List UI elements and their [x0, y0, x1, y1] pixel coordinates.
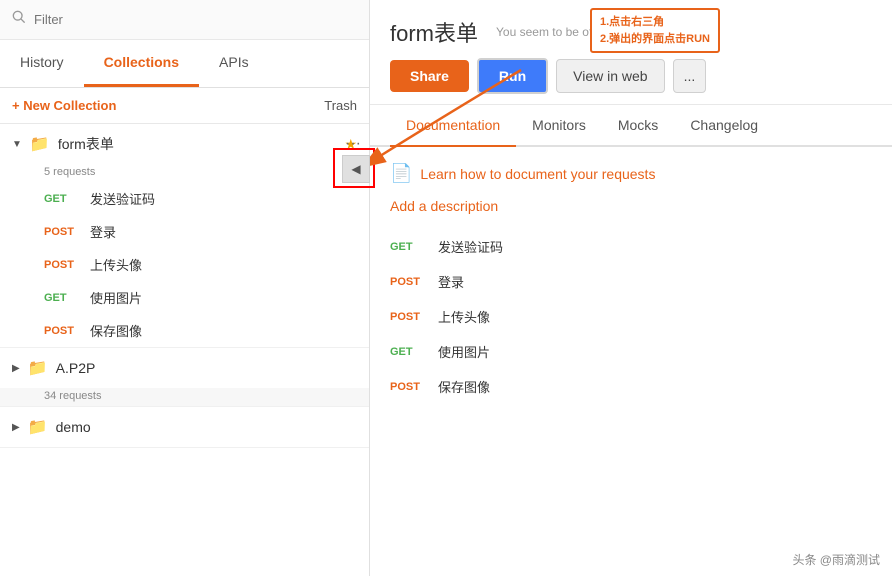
chevron-right-icon: ▶ [12, 363, 20, 374]
view-in-web-button[interactable]: View in web [556, 59, 664, 93]
annotation-box: 1.点击右三角 2.弹出的界面点击RUN [590, 8, 720, 53]
collections-list: ▼ 📁 form表单 ★ ··· 5 requests GET 发送验证码 PO… [0, 124, 369, 576]
list-item: POST 保存图像 [390, 372, 872, 401]
right-panel: 1.点击右三角 2.弹出的界面点击RUN form表单 You seem to … [370, 0, 892, 576]
collection-demo-name: demo [56, 419, 357, 435]
left-tabs: History Collections APIs [0, 40, 369, 88]
collection-form-header[interactable]: ▼ 📁 form表单 ★ ··· [0, 124, 369, 164]
filter-input[interactable] [34, 12, 357, 27]
request-name: 登录 [90, 222, 116, 241]
collection-demo-header[interactable]: ▶ 📁 demo [0, 407, 369, 447]
collection-options-icon[interactable]: ··· [345, 135, 361, 153]
request-name: 上传头像 [438, 307, 490, 326]
right-content: 📄 Learn how to document your requests Ad… [370, 147, 892, 576]
toolbar: + New Collection Trash [0, 88, 369, 124]
tab-history[interactable]: History [0, 40, 84, 87]
tab-apis[interactable]: APIs [199, 40, 269, 87]
method-badge-post: POST [390, 276, 426, 288]
add-description[interactable]: Add a description [390, 198, 872, 214]
chevron-right-icon: ▶ [12, 422, 20, 433]
more-options-button[interactable]: ... [673, 59, 707, 93]
collection-demo: ▶ 📁 demo [0, 407, 369, 448]
method-badge-get: GET [44, 193, 80, 205]
action-buttons: Share Run View in web ... [390, 58, 872, 94]
learn-link-text[interactable]: Learn how to document your requests [420, 166, 655, 182]
list-item[interactable]: GET 发送验证码 [0, 182, 369, 215]
list-item: POST 登录 [390, 267, 872, 296]
new-collection-button[interactable]: + New Collection [12, 98, 116, 113]
method-badge-post: POST [44, 259, 80, 271]
collection-form: ▼ 📁 form表单 ★ ··· 5 requests GET 发送验证码 PO… [0, 124, 369, 348]
right-panel-title: form表单 [390, 16, 478, 48]
list-item[interactable]: GET 使用图片 [0, 281, 369, 314]
method-badge-post: POST [44, 226, 80, 238]
collection-ap2p-header[interactable]: ▶ 📁 A.P2P [0, 348, 369, 388]
list-item: POST 上传头像 [390, 302, 872, 331]
right-tabs: Documentation Monitors Mocks Changelog [370, 105, 892, 147]
trash-button[interactable]: Trash [324, 98, 357, 113]
method-badge-post: POST [44, 325, 80, 337]
tab-monitors[interactable]: Monitors [516, 105, 602, 147]
document-icon: 📄 [390, 163, 412, 184]
collection-ap2p: ▶ 📁 A.P2P 34 requests [0, 348, 369, 407]
request-name: 保存图像 [438, 377, 490, 396]
collection-form-count: 5 requests [44, 164, 369, 182]
tab-changelog[interactable]: Changelog [674, 105, 774, 147]
collection-ap2p-count: 34 requests [44, 388, 369, 406]
request-name: 上传头像 [90, 255, 142, 274]
annotation-line1: 1.点击右三角 [600, 14, 710, 31]
list-item[interactable]: POST 保存图像 [0, 314, 369, 347]
folder-icon: 📁 [28, 417, 48, 437]
watermark: 头条 @雨滴测试 [792, 551, 880, 568]
run-button[interactable]: Run [477, 58, 548, 94]
share-button[interactable]: Share [390, 60, 469, 92]
right-request-list: GET 发送验证码 POST 登录 POST 上传头像 GET 使用图片 POS… [390, 232, 872, 401]
collection-form-name: form表单 [58, 134, 337, 154]
request-name: 保存图像 [90, 321, 142, 340]
list-item: GET 发送验证码 [390, 232, 872, 261]
learn-link: 📄 Learn how to document your requests [390, 163, 872, 184]
list-item[interactable]: POST 上传头像 [0, 248, 369, 281]
method-badge-post: POST [390, 381, 426, 393]
left-panel: History Collections APIs + New Collectio… [0, 0, 370, 576]
request-name: 使用图片 [438, 342, 490, 361]
folder-icon: 📁 [30, 134, 50, 154]
annotation-line2: 2.弹出的界面点击RUN [600, 31, 710, 48]
collapse-panel-button[interactable]: ◀ [342, 155, 370, 183]
tab-mocks[interactable]: Mocks [602, 105, 674, 147]
chevron-down-icon: ▼ [12, 139, 22, 150]
request-name: 登录 [438, 272, 464, 291]
tab-documentation[interactable]: Documentation [390, 105, 516, 147]
tab-collections[interactable]: Collections [84, 40, 199, 87]
method-badge-post: POST [390, 311, 426, 323]
collection-ap2p-name: A.P2P [56, 360, 357, 376]
request-name: 发送验证码 [90, 189, 155, 208]
request-name: 使用图片 [90, 288, 142, 307]
list-item[interactable]: POST 登录 [0, 215, 369, 248]
method-badge-get: GET [390, 241, 426, 253]
method-badge-get: GET [390, 346, 426, 358]
search-icon [12, 10, 26, 29]
method-badge-get: GET [44, 292, 80, 304]
folder-icon: 📁 [28, 358, 48, 378]
list-item: GET 使用图片 [390, 337, 872, 366]
request-name: 发送验证码 [438, 237, 503, 256]
search-bar [0, 0, 369, 40]
